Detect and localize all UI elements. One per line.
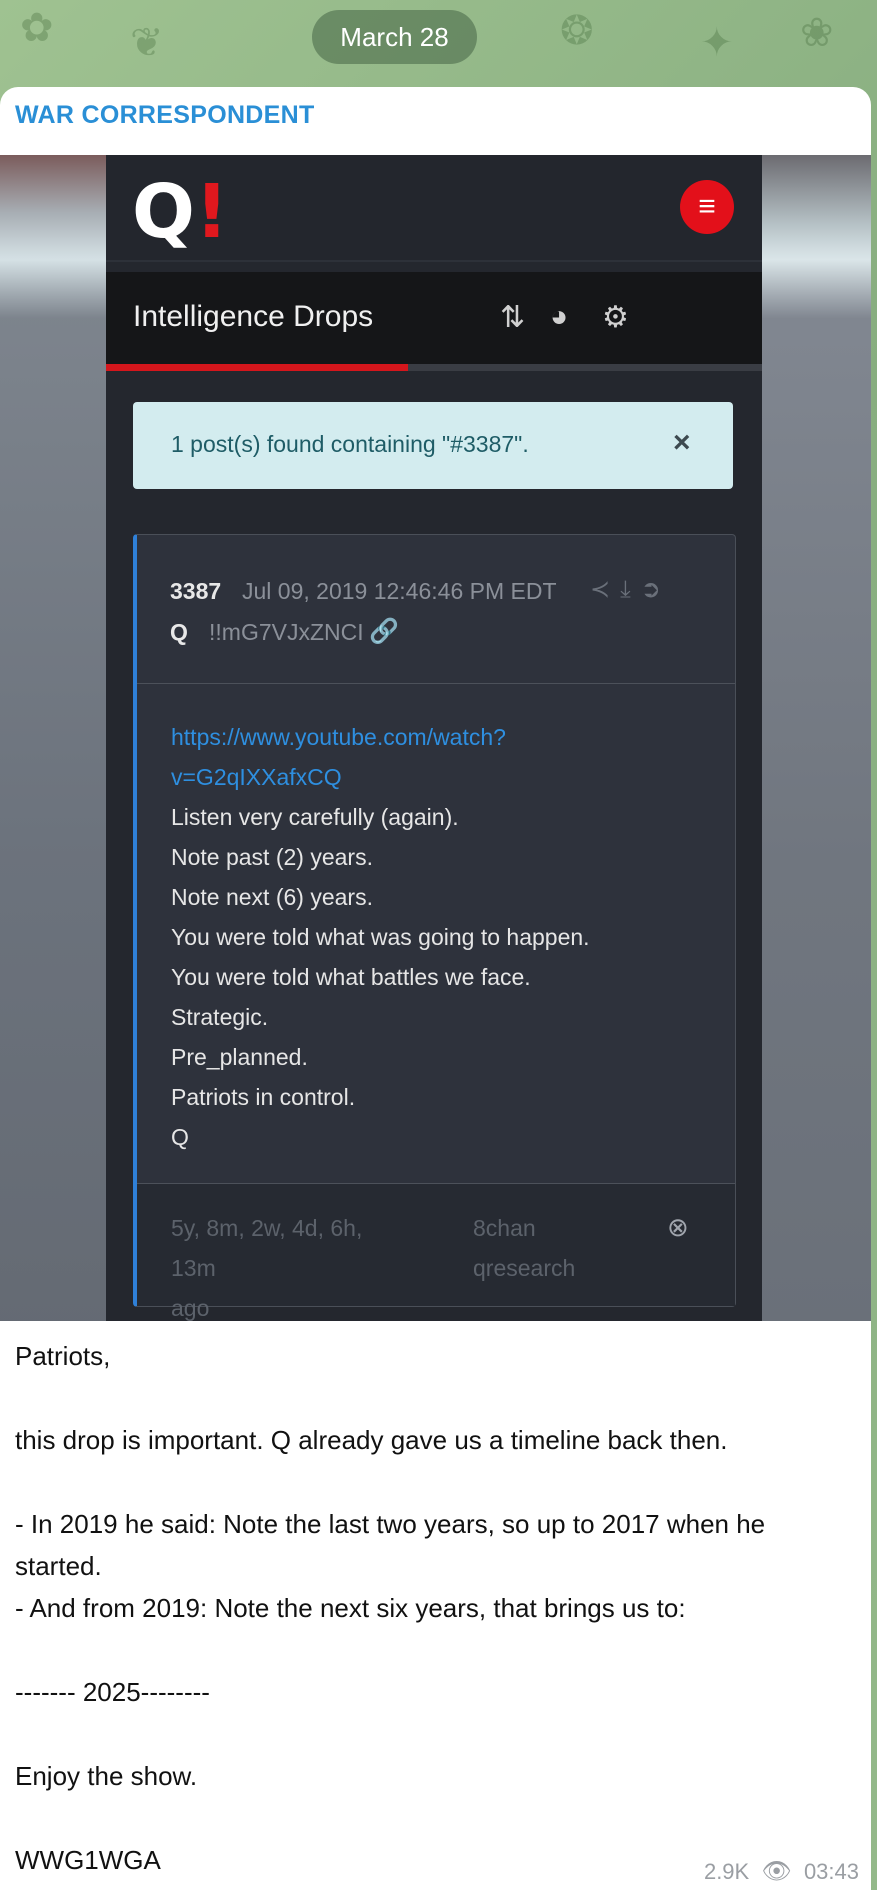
doodle-bone-icon: ✦: [700, 21, 734, 65]
caption-line: this drop is important. Q already gave u…: [15, 1425, 728, 1455]
caption-line: ------- 2025--------: [15, 1677, 210, 1707]
palette-icon: ◕: [550, 300, 569, 333]
post-age-line-1: 5y, 8m, 2w, 4d, 6h, 13m: [171, 1215, 363, 1281]
page-title: Intelligence Drops: [133, 300, 374, 333]
post-number: 3387: [170, 578, 222, 604]
post-age: 5y, 8m, 2w, 4d, 6h, 13m ago: [171, 1208, 411, 1321]
caption-line: Enjoy the show.: [15, 1761, 198, 1791]
post-line: You were told what battles we face.: [171, 964, 531, 990]
doodle-yarn-icon: ❂: [560, 9, 594, 53]
message-photo[interactable]: Q! ≡ Intelligence Drops ⇅ ◕ ⚙ 1 post(s) …: [0, 155, 871, 1321]
share-icon: ≺: [590, 576, 621, 603]
hamburger-menu-icon: ≡: [680, 180, 734, 234]
channel-name[interactable]: WAR CORRESPONDENT: [15, 101, 315, 130]
date-pill: March 28: [312, 10, 477, 64]
message-meta: 2.9K 👁 03:43: [704, 1857, 859, 1886]
post-line: Patriots in control.: [171, 1084, 356, 1110]
message-time: 03:43: [803, 1859, 859, 1884]
eye-icon: 👁: [761, 1858, 792, 1885]
post-action-icons: ≺⤓➲: [590, 575, 671, 604]
doodle-fish-icon: ❦: [130, 21, 164, 65]
post-line: Listen very carefully (again).: [171, 804, 459, 830]
caption-line: [15, 1629, 855, 1671]
message-caption: Patriots, this drop is important. Q alre…: [15, 1335, 855, 1881]
message-bubble[interactable]: WAR CORRESPONDENT Q! ≡ Intelligence Drop…: [0, 87, 871, 1890]
post-line: Note next (6) years.: [171, 884, 373, 910]
photo-blur-right: [761, 155, 871, 1321]
post-source-line-2: qresearch: [473, 1255, 576, 1281]
caption-line: [15, 1377, 855, 1419]
sort-icon: ⇅: [500, 301, 526, 334]
post-source-line-1: 8chan: [473, 1215, 536, 1241]
post-header: 3387 Jul 09, 2019 12:46:46 PM EDT ≺⤓➲ Q …: [137, 535, 735, 684]
caption-line: [15, 1797, 855, 1839]
close-circle-icon: ⊗: [667, 1212, 689, 1242]
progress-fill: [106, 364, 408, 371]
post-url-line-1: https://www.youtube.com/watch?: [171, 724, 506, 750]
caption-line: [15, 1461, 855, 1503]
q-logo: Q!: [132, 169, 229, 255]
caption-line: [15, 1713, 855, 1755]
caption-line: Patriots,: [15, 1341, 111, 1371]
search-result-alert: 1 post(s) found containing "#3387". ×: [133, 402, 733, 489]
post-url-line-2: v=G2qIXXafxCQ: [171, 764, 342, 790]
post-body: https://www.youtube.com/watch? v=G2qIXXa…: [171, 717, 711, 1157]
post-line: Strategic.: [171, 1004, 269, 1030]
post-author: Q: [170, 619, 188, 645]
view-count: 2.9K: [703, 1859, 750, 1884]
post-age-line-2: ago: [171, 1295, 210, 1321]
progress-bar: [106, 364, 762, 371]
caption-line: started.: [15, 1551, 102, 1581]
doodle-cat-icon: ✿: [20, 6, 54, 50]
title-bar: Intelligence Drops ⇅ ◕ ⚙: [106, 272, 762, 364]
photo-blur-left: [0, 155, 106, 1321]
q-app-screenshot: Q! ≡ Intelligence Drops ⇅ ◕ ⚙ 1 post(s) …: [106, 155, 762, 1321]
post-line: Pre_planned.: [171, 1044, 308, 1070]
caption-line: - In 2019 he said: Note the last two yea…: [15, 1509, 766, 1539]
link-icon: 🔗: [369, 618, 399, 645]
post-tripcode: !!mG7VJxZNCI: [209, 619, 364, 645]
post-line: Q: [171, 1124, 189, 1150]
post-source: 8chan qresearch: [473, 1208, 613, 1288]
alert-text: 1 post(s) found containing "#3387".: [171, 431, 529, 457]
doodle-dog-icon: ❀: [800, 11, 834, 55]
close-icon: ×: [673, 426, 691, 459]
post-line: Note past (2) years.: [171, 844, 373, 870]
download-icon: ⤓: [620, 576, 641, 603]
arrow-circle-right-icon: ➲: [640, 576, 671, 603]
post-footer: 5y, 8m, 2w, 4d, 6h, 13m ago 8chan qresea…: [137, 1183, 735, 1321]
post-date: Jul 09, 2019 12:46:46 PM EDT: [242, 578, 557, 604]
gears-icon: ⚙: [602, 301, 629, 334]
post-line: You were told what was going to happen.: [171, 924, 590, 950]
post-card: 3387 Jul 09, 2019 12:46:46 PM EDT ≺⤓➲ Q …: [133, 534, 736, 1321]
caption-line: - And from 2019: Note the next six years…: [15, 1593, 686, 1623]
app-header: Q! ≡: [106, 155, 762, 262]
